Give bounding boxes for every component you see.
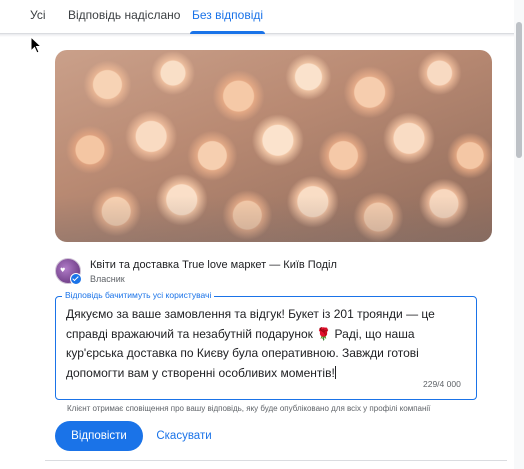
tab-unanswered[interactable]: Без відповіді [189,0,266,34]
reply-text[interactable]: Дякуємо за ваше замовлення та відгук! Бу… [66,305,466,383]
tab-bar-shadow [0,34,514,37]
reply-text-content: Дякуємо за ваше замовлення та відгук! Бу… [66,307,435,380]
business-name: Квіти та доставка True love маркет — Киї… [90,259,337,271]
notification-notice: Клієнт отримає сповіщення про вашу відпо… [67,404,431,413]
owner-row: ♥ Квіти та доставка True love маркет — К… [55,258,495,288]
reply-button[interactable]: Відповісти [55,421,143,451]
tab-replied[interactable]: Відповідь надіслано [68,0,180,33]
business-role: Власник [90,274,125,284]
verified-check-icon [70,273,82,285]
divider [45,460,507,461]
avatar-logo: ♥ [60,267,66,274]
text-caret [334,365,336,379]
cancel-button[interactable]: Скасувати [152,421,216,451]
review-photo[interactable] [55,50,492,242]
scrollbar-thumb[interactable] [516,22,522,158]
photo-shade [55,196,492,242]
scrollbar[interactable] [514,0,524,469]
tab-bar: Усі Відповідь надіслано Без відповіді [0,0,514,34]
tab-all[interactable]: Усі [30,0,46,33]
mouse-pointer-icon [30,36,42,54]
reply-field-label: Відповідь бачитимуть усі користувачі [62,290,215,300]
char-counter: 229/4 000 [423,379,461,389]
